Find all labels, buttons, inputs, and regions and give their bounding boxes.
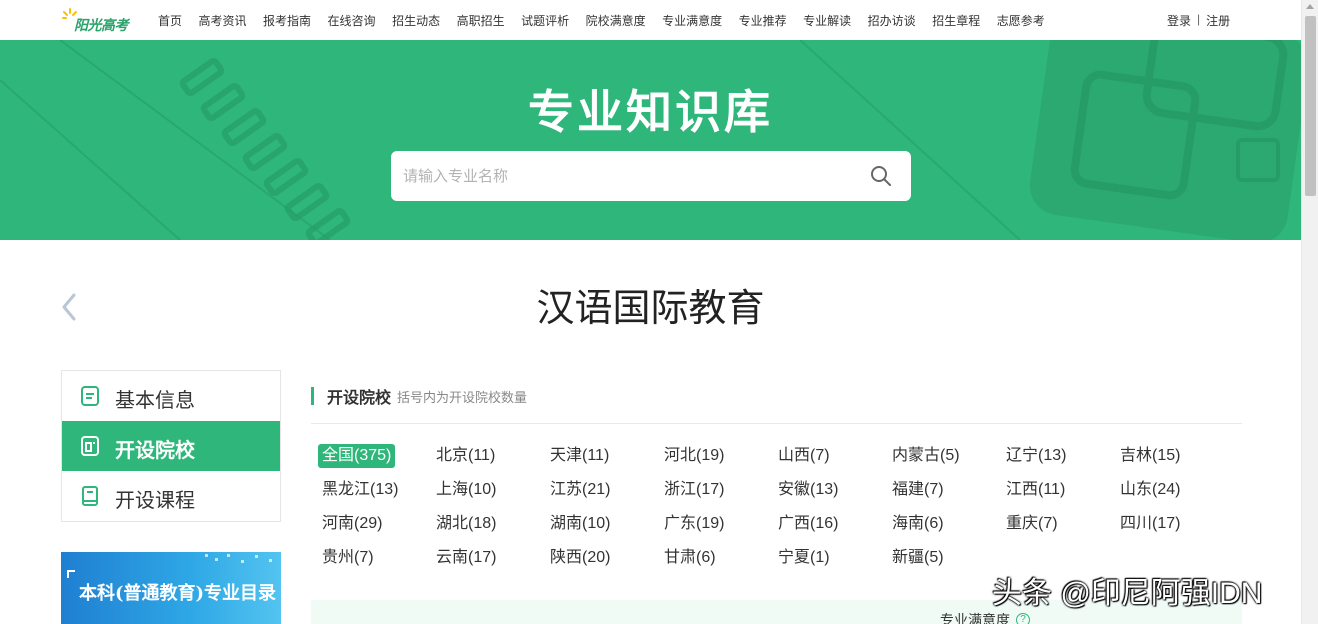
major-title: 汉语国际教育	[536, 288, 765, 330]
region-filter-item[interactable]: 广西(16)	[774, 512, 842, 536]
promo-corner	[67, 570, 75, 578]
region-filter-item[interactable]: 全国(375)	[318, 444, 396, 468]
region-filter-item[interactable]: 甘肃(6)	[660, 546, 720, 570]
region-filter-item[interactable]: 重庆(7)	[1002, 512, 1062, 536]
region-filter-item[interactable]: 湖南(10)	[546, 512, 614, 536]
book-icon	[79, 485, 101, 507]
nav-item[interactable]: 报考指南	[263, 12, 311, 29]
nav-item[interactable]: 在线咨询	[328, 12, 376, 29]
top-navigation: 阳光高考 首页 高考资讯 报考指南 在线咨询 招生动态 高职招生 试题评析 院校满意度 专业满意…	[0, 0, 1301, 40]
region-filter-item[interactable]: 云南(17)	[432, 546, 500, 570]
region-filter-item[interactable]: 黑龙江(13)	[318, 478, 402, 502]
nav-item[interactable]: 专业解读	[803, 12, 851, 29]
scrollbar-thumb[interactable]	[1305, 16, 1316, 196]
menu-item-label: 开设院校	[115, 440, 195, 462]
login-link[interactable]: 登录	[1167, 12, 1191, 29]
region-filter-item[interactable]: 贵州(7)	[318, 546, 378, 570]
region-filter-item[interactable]: 天津(11)	[546, 444, 613, 468]
nav-item[interactable]: 高考资讯	[199, 12, 247, 29]
region-filter-item[interactable]: 新疆(5)	[888, 546, 948, 570]
promo-decoration	[205, 554, 272, 563]
menu-schools[interactable]: 开设院校	[62, 421, 280, 471]
auth-separator: |	[1197, 12, 1201, 26]
region-filter-item[interactable]: 宁夏(1)	[774, 546, 834, 570]
region-filter-item[interactable]: 广东(19)	[660, 512, 728, 536]
nav-item[interactable]: 试题评析	[521, 12, 569, 29]
side-menu: 基本信息开设院校开设课程	[61, 370, 281, 522]
region-filter-item[interactable]: 江西(11)	[1002, 478, 1069, 502]
region-filter-item[interactable]: 浙江(17)	[660, 478, 728, 502]
watermark: 头条 @印尼阿强IDN	[992, 577, 1263, 610]
nav-item[interactable]: 首页	[158, 12, 182, 29]
region-filter-item[interactable]: 海南(6)	[888, 512, 948, 536]
menu-item-label: 开设课程	[115, 490, 195, 512]
nav-item[interactable]: 专业满意度	[662, 12, 722, 29]
region-filter-item[interactable]: 福建(7)	[888, 478, 948, 502]
region-filter-item[interactable]: 山东(24)	[1116, 478, 1184, 502]
nav-item[interactable]: 高职招生	[457, 12, 505, 29]
region-filter-item[interactable]: 上海(10)	[432, 478, 500, 502]
auth-links: 登录 | 注册	[1167, 12, 1230, 29]
vertical-scrollbar[interactable]	[1301, 0, 1318, 624]
region-filter-item[interactable]: 河南(29)	[318, 512, 386, 536]
logo-text: 阳光高考	[74, 18, 129, 34]
region-filter-item[interactable]: 吉林(15)	[1116, 444, 1184, 468]
help-icon[interactable]: ?	[1016, 613, 1030, 624]
region-filter-item[interactable]: 河北(19)	[660, 444, 728, 468]
menu-basic-info[interactable]: 基本信息	[62, 371, 280, 421]
nav-item[interactable]: 招生动态	[392, 12, 440, 29]
search-box	[391, 151, 911, 201]
scroll-up-icon[interactable]	[1306, 4, 1314, 9]
region-filter-item[interactable]: 辽宁(13)	[1002, 444, 1070, 468]
promo-catalog-banner[interactable]: 本科(普通教育)专业目录	[61, 552, 281, 624]
nav-item[interactable]: 专业推荐	[739, 12, 787, 29]
menu-item-label: 基本信息	[115, 390, 195, 412]
region-filter-item[interactable]: 陕西(20)	[546, 546, 614, 570]
region-filter-item[interactable]: 山西(7)	[774, 444, 834, 468]
banner-title: 专业知识库	[528, 86, 773, 138]
promo-text: 本科(普通教育)专业目录	[79, 583, 277, 604]
region-filter-item[interactable]: 四川(17)	[1116, 512, 1184, 536]
page: 阳光高考 首页 高考资讯 报考指南 在线咨询 招生动态 高职招生 试题评析 院校满意度 专业满意…	[0, 0, 1301, 624]
register-link[interactable]: 注册	[1206, 12, 1230, 29]
search-icon[interactable]	[869, 164, 893, 188]
region-filter-item[interactable]: 湖北(18)	[432, 512, 500, 536]
banner: 专业知识库	[0, 40, 1301, 240]
region-filter-item[interactable]: 内蒙古(5)	[888, 444, 964, 468]
nav-item[interactable]: 志愿参考	[997, 12, 1045, 29]
document-icon	[79, 385, 101, 407]
nav-item[interactable]: 院校满意度	[586, 12, 646, 29]
section-accent-bar	[311, 387, 314, 405]
section-note: 括号内为开设院校数量	[397, 389, 528, 405]
site-logo[interactable]: 阳光高考	[60, 6, 130, 34]
section-title: 开设院校	[327, 390, 392, 407]
major-search-input[interactable]	[403, 151, 843, 201]
nav-item[interactable]: 招生章程	[932, 12, 980, 29]
school-icon	[79, 435, 101, 457]
main-nav: 首页 高考资讯 报考指南 在线咨询 招生动态 高职招生 试题评析 院校满意度 专业满意度 专业推荐…	[158, 0, 1061, 40]
section-header: 开设院校 括号内为开设院校数量	[311, 385, 527, 407]
nav-item[interactable]: 招办访谈	[868, 12, 916, 29]
satisfaction-header: 专业满意度 ?	[940, 610, 1030, 624]
region-filter-item[interactable]: 北京(11)	[432, 444, 499, 468]
region-filter-item[interactable]: 安徽(13)	[774, 478, 842, 502]
region-filter-item[interactable]: 江苏(21)	[546, 478, 614, 502]
menu-courses[interactable]: 开设课程	[62, 471, 280, 521]
section-divider	[311, 423, 1242, 424]
satisfaction-label: 专业满意度	[940, 612, 1010, 624]
